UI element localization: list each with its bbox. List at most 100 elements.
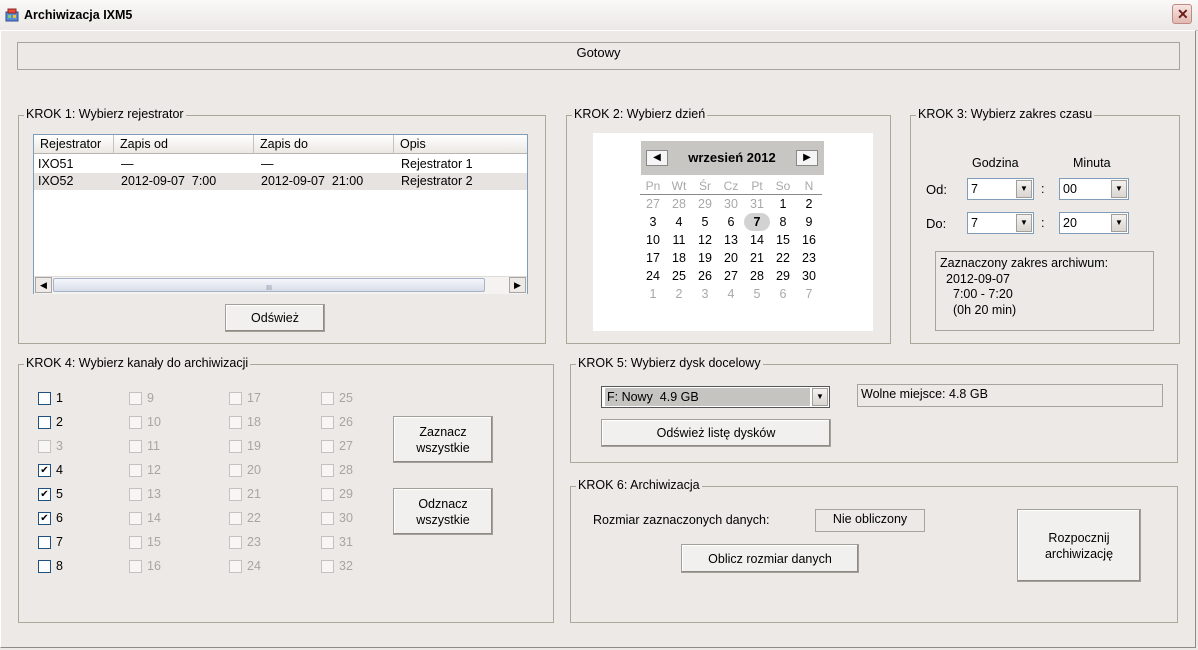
calendar-day[interactable]: 10 — [640, 231, 666, 249]
channel-checkbox-5[interactable]: ✔ 5 — [38, 487, 98, 503]
calendar-day[interactable]: 2 — [796, 195, 822, 213]
chevron-down-icon[interactable]: ▼ — [1111, 180, 1127, 198]
calendar-day[interactable]: 30 — [718, 195, 744, 213]
chevron-down-icon[interactable]: ▼ — [1016, 214, 1032, 232]
column-header-to[interactable]: Zapis do — [254, 135, 394, 154]
channel-checkbox-8[interactable]: 8 — [38, 559, 98, 575]
calendar[interactable]: ◀ wrzesień 2012 ▶ Pn Wt Śr Cz Pt So N 27… — [593, 133, 873, 331]
scroll-right-button[interactable]: ▶ — [509, 277, 526, 293]
calendar-day[interactable]: 15 — [770, 231, 796, 249]
calendar-day[interactable]: 3 — [692, 285, 718, 303]
calendar-day[interactable]: 30 — [796, 267, 822, 285]
recorder-list[interactable]: Rejestrator Zapis od Zapis do Opis IXO51… — [33, 134, 528, 294]
calendar-day[interactable]: 1 — [770, 195, 796, 213]
calendar-day[interactable]: 24 — [640, 267, 666, 285]
channel-label: 10 — [147, 415, 161, 429]
calendar-day[interactable]: 12 — [692, 231, 718, 249]
checkbox-box — [129, 392, 142, 405]
calendar-day[interactable]: 3 — [640, 213, 666, 231]
calendar-day[interactable]: 18 — [666, 249, 692, 267]
table-row[interactable]: IXO52 2012-09-07 7:00 2012-09-07 21:00 R… — [34, 173, 527, 190]
start-archiving-button[interactable]: Rozpocznij archiwizację — [1017, 509, 1141, 582]
deselect-all-line1: Odznacz — [418, 496, 468, 511]
calendar-day[interactable]: 28 — [744, 267, 770, 285]
channel-checkbox-4[interactable]: ✔ 4 — [38, 463, 98, 479]
from-hour-select[interactable]: 7 ▼ — [967, 178, 1034, 200]
checkbox-box[interactable]: ✔ — [38, 464, 51, 477]
channel-label: 25 — [339, 391, 353, 405]
calendar-day[interactable]: 6 — [718, 213, 744, 231]
calendar-day[interactable]: 1 — [640, 285, 666, 303]
chevron-down-icon[interactable]: ▼ — [812, 388, 828, 406]
calendar-day[interactable]: 2 — [666, 285, 692, 303]
column-header-from[interactable]: Zapis od — [114, 135, 254, 154]
refresh-disks-button[interactable]: Odśwież listę dysków — [601, 419, 831, 447]
step1-legend: KROK 1: Wybierz rejestrator — [24, 107, 186, 121]
channel-label: 17 — [247, 391, 261, 405]
calendar-day[interactable]: 22 — [770, 249, 796, 267]
calendar-day[interactable]: 5 — [744, 285, 770, 303]
to-minute-value: 20 — [1063, 216, 1077, 230]
calendar-day[interactable]: 9 — [796, 213, 822, 231]
close-button[interactable]: ✕ — [1172, 4, 1192, 24]
calendar-day[interactable]: 29 — [692, 195, 718, 213]
scroll-left-button[interactable]: ◀ — [35, 277, 52, 293]
next-month-button[interactable]: ▶ — [796, 150, 818, 166]
calculate-size-button[interactable]: Oblicz rozmiar danych — [681, 544, 859, 573]
chevron-down-icon[interactable]: ▼ — [1111, 214, 1127, 232]
calendar-day[interactable]: 7 — [744, 213, 770, 231]
to-minute-select[interactable]: 20 ▼ — [1059, 212, 1129, 234]
channel-checkbox-7[interactable]: 7 — [38, 535, 98, 551]
calendar-day[interactable]: 5 — [692, 213, 718, 231]
calendar-day[interactable]: 13 — [718, 231, 744, 249]
channel-checkbox-18: 18 — [229, 415, 289, 431]
channel-checkbox-1[interactable]: 1 — [38, 391, 98, 407]
calendar-day[interactable]: 28 — [666, 195, 692, 213]
calendar-day[interactable]: 31 — [744, 195, 770, 213]
calendar-day[interactable]: 7 — [796, 285, 822, 303]
calendar-day[interactable]: 6 — [770, 285, 796, 303]
disk-select[interactable]: F: Nowy 4.9 GB ▼ — [601, 386, 830, 408]
calendar-day[interactable]: 8 — [770, 213, 796, 231]
calendar-day[interactable]: 23 — [796, 249, 822, 267]
checkbox-box[interactable]: ✔ — [38, 512, 51, 525]
scroll-thumb[interactable]: III — [53, 278, 485, 292]
calendar-day[interactable]: 17 — [640, 249, 666, 267]
checkbox-box[interactable] — [38, 416, 51, 429]
calendar-day[interactable]: 14 — [744, 231, 770, 249]
calendar-day[interactable]: 27 — [640, 195, 666, 213]
to-hour-select[interactable]: 7 ▼ — [967, 212, 1034, 234]
calendar-day[interactable]: 19 — [692, 249, 718, 267]
calendar-day[interactable]: 25 — [666, 267, 692, 285]
channel-checkbox-29: 29 — [321, 487, 381, 503]
close-icon: ✕ — [1177, 6, 1189, 22]
calendar-day[interactable]: 4 — [718, 285, 744, 303]
column-header-description[interactable]: Opis — [394, 135, 527, 154]
calendar-day[interactable]: 27 — [718, 267, 744, 285]
chevron-down-icon[interactable]: ▼ — [1016, 180, 1032, 198]
channel-checkbox-24: 24 — [229, 559, 289, 575]
deselect-all-button[interactable]: Odznacz wszystkie — [393, 488, 493, 535]
checkbox-box[interactable]: ✔ — [38, 488, 51, 501]
refresh-button[interactable]: Odśwież — [225, 304, 325, 332]
table-row[interactable]: IXO51 — — Rejestrator 1 — [34, 156, 527, 173]
prev-month-button[interactable]: ◀ — [646, 150, 668, 166]
calendar-day[interactable]: 16 — [796, 231, 822, 249]
from-minute-select[interactable]: 00 ▼ — [1059, 178, 1129, 200]
calendar-day[interactable]: 20 — [718, 249, 744, 267]
select-all-line2: wszystkie — [416, 440, 470, 455]
column-header-recorder[interactable]: Rejestrator — [34, 135, 114, 154]
calendar-day[interactable]: 29 — [770, 267, 796, 285]
calendar-day[interactable]: 26 — [692, 267, 718, 285]
calendar-day[interactable]: 4 — [666, 213, 692, 231]
checkbox-box[interactable] — [38, 392, 51, 405]
select-all-button[interactable]: Zaznacz wszystkie — [393, 416, 493, 463]
calendar-day[interactable]: 11 — [666, 231, 692, 249]
calendar-day[interactable]: 21 — [744, 249, 770, 267]
channel-checkbox-6[interactable]: ✔ 6 — [38, 511, 98, 527]
checkbox-box[interactable] — [38, 560, 51, 573]
channel-grid: 1 2 3 ✔ 4 ✔ 5 ✔ 6 7 8 9 10 11 12 13 14 15 16 17 18 19 20 21 22 23… — [38, 391, 378, 576]
checkbox-box[interactable] — [38, 536, 51, 549]
channel-checkbox-2[interactable]: 2 — [38, 415, 98, 431]
horizontal-scrollbar[interactable]: ◀ III ▶ — [34, 276, 527, 294]
